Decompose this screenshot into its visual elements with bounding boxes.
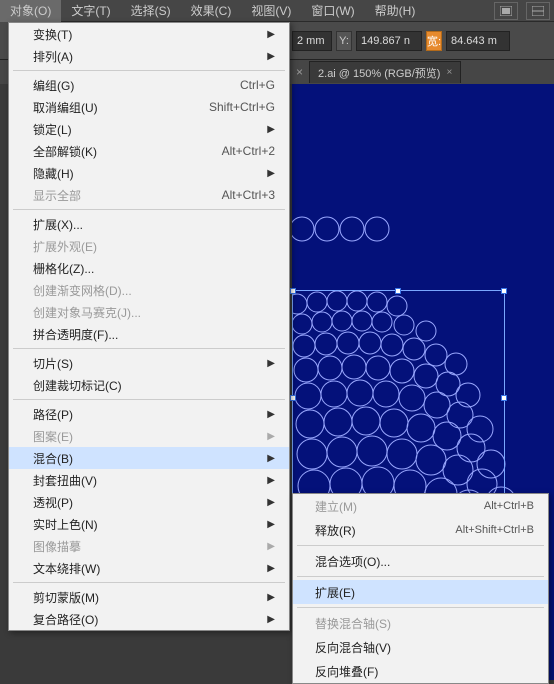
menu-help[interactable]: 帮助(H) — [365, 0, 426, 22]
menu-slice[interactable]: 切片(S)▶ — [9, 352, 289, 374]
toolbar-icon-1[interactable] — [494, 2, 518, 20]
menu-view[interactable]: 视图(V) — [241, 0, 301, 22]
submenu-make: 建立(M)Alt+Ctrl+B — [293, 494, 548, 518]
submenu-release[interactable]: 释放(R)Alt+Shift+Ctrl+B — [293, 518, 548, 542]
menu-expand[interactable]: 扩展(X)... — [9, 213, 289, 235]
selection-box — [292, 290, 505, 504]
menu-perspective[interactable]: 透视(P)▶ — [9, 491, 289, 513]
chevron-right-icon: ▶ — [267, 168, 275, 179]
chevron-right-icon: ▶ — [267, 563, 275, 574]
submenu-reversespine[interactable]: 反向混合轴(V) — [293, 635, 548, 659]
chevron-right-icon: ▶ — [267, 51, 275, 62]
chevron-right-icon: ▶ — [267, 475, 275, 486]
menubar: 对象(O) 文字(T) 选择(S) 效果(C) 视图(V) 窗口(W) 帮助(H… — [0, 0, 554, 22]
tab-close-icon[interactable]: × — [446, 67, 452, 78]
submenu-reversefb[interactable]: 反向堆叠(F) — [293, 659, 548, 683]
chevron-right-icon: ▶ — [267, 29, 275, 40]
menu-path[interactable]: 路径(P)▶ — [9, 403, 289, 425]
menu-object[interactable]: 对象(O) — [0, 0, 61, 22]
menu-hide[interactable]: 隐藏(H)▶ — [9, 162, 289, 184]
menu-window[interactable]: 窗口(W) — [301, 0, 364, 22]
w-label: 宽: — [426, 31, 442, 51]
menu-effect[interactable]: 效果(C) — [181, 0, 242, 22]
menu-envelope[interactable]: 封套扭曲(V)▶ — [9, 469, 289, 491]
menu-imagetrace: 图像描摹▶ — [9, 535, 289, 557]
menu-lock[interactable]: 锁定(L)▶ — [9, 118, 289, 140]
toolbar-icon-2[interactable] — [526, 2, 550, 20]
menu-rasterize[interactable]: 栅格化(Z)... — [9, 257, 289, 279]
x-field[interactable]: 2 mm — [292, 31, 332, 51]
chevron-right-icon: ▶ — [267, 453, 275, 464]
menu-textwrap[interactable]: 文本绕排(W)▶ — [9, 557, 289, 579]
chevron-right-icon: ▶ — [267, 519, 275, 530]
menu-group[interactable]: 编组(G)Ctrl+G — [9, 74, 289, 96]
chevron-right-icon: ▶ — [267, 497, 275, 508]
object-menu-dropdown: 变换(T)▶ 排列(A)▶ 编组(G)Ctrl+G 取消编组(U)Shift+C… — [8, 22, 290, 631]
menu-pattern: 图案(E)▶ — [9, 425, 289, 447]
menu-mosaic: 创建对象马赛克(J)... — [9, 301, 289, 323]
menu-arrange[interactable]: 排列(A)▶ — [9, 45, 289, 67]
chevron-right-icon: ▶ — [267, 409, 275, 420]
menu-select[interactable]: 选择(S) — [121, 0, 181, 22]
menu-gradientmesh: 创建渐变网格(D)... — [9, 279, 289, 301]
menu-type[interactable]: 文字(T) — [61, 0, 120, 22]
y-field[interactable]: 149.867 n — [356, 31, 422, 51]
tab-label: 2.ai @ 150% (RGB/预览) — [318, 65, 440, 81]
blend-submenu: 建立(M)Alt+Ctrl+B 释放(R)Alt+Shift+Ctrl+B 混合… — [292, 493, 549, 684]
menu-clipmask[interactable]: 剪切蒙版(M)▶ — [9, 586, 289, 608]
menu-blend[interactable]: 混合(B)▶ — [9, 447, 289, 469]
chevron-right-icon: ▶ — [267, 541, 275, 552]
w-field[interactable]: 84.643 m — [446, 31, 510, 51]
chevron-right-icon: ▶ — [267, 431, 275, 442]
submenu-options[interactable]: 混合选项(O)... — [293, 549, 548, 573]
menu-showall: 显示全部Alt+Ctrl+3 — [9, 184, 289, 206]
chevron-right-icon: ▶ — [267, 614, 275, 625]
menu-livepaint[interactable]: 实时上色(N)▶ — [9, 513, 289, 535]
tab-close-prev[interactable]: × — [296, 65, 303, 79]
menu-flatten[interactable]: 拼合透明度(F)... — [9, 323, 289, 345]
chevron-right-icon: ▶ — [267, 592, 275, 603]
document-tab-active[interactable]: 2.ai @ 150% (RGB/预览) × — [309, 61, 461, 83]
submenu-replacespine: 替换混合轴(S) — [293, 611, 548, 635]
menu-expandappearance: 扩展外观(E) — [9, 235, 289, 257]
menu-ungroup[interactable]: 取消编组(U)Shift+Ctrl+G — [9, 96, 289, 118]
menu-unlockall[interactable]: 全部解锁(K)Alt+Ctrl+2 — [9, 140, 289, 162]
y-label: Y: — [336, 31, 352, 51]
chevron-right-icon: ▶ — [267, 358, 275, 369]
submenu-expand[interactable]: 扩展(E) — [293, 580, 548, 604]
menu-trimmarks[interactable]: 创建裁切标记(C) — [9, 374, 289, 396]
chevron-right-icon: ▶ — [267, 124, 275, 135]
menu-compound[interactable]: 复合路径(O)▶ — [9, 608, 289, 630]
menu-transform[interactable]: 变换(T)▶ — [9, 23, 289, 45]
